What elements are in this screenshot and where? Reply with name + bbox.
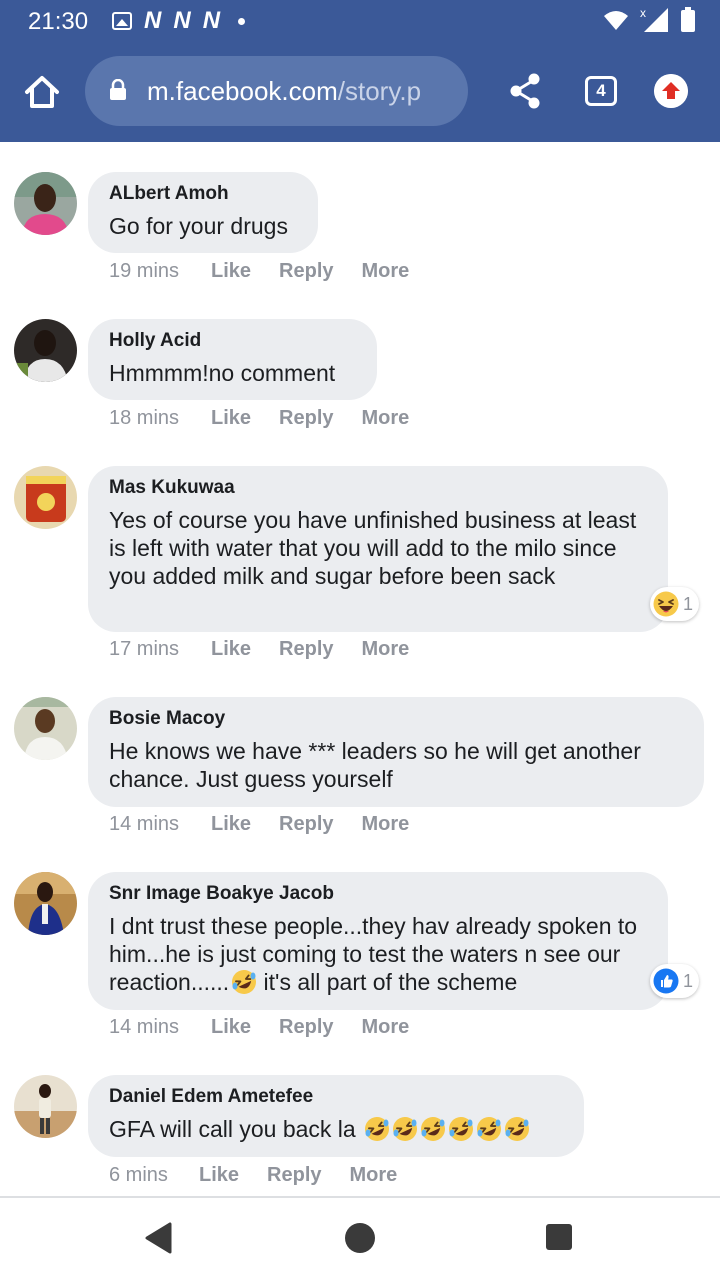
reply-button[interactable]: Reply bbox=[279, 638, 333, 661]
url-text: m.facebook.com/story.p bbox=[147, 76, 421, 107]
more-button[interactable]: More bbox=[362, 813, 410, 836]
comment-author[interactable]: Mas Kukuwaa bbox=[109, 476, 648, 500]
dot-icon bbox=[238, 17, 246, 25]
like-icon bbox=[653, 968, 679, 994]
reply-button[interactable]: Reply bbox=[267, 1164, 321, 1187]
share-icon[interactable] bbox=[508, 72, 542, 110]
n-notification-icon: N bbox=[202, 7, 221, 34]
reaction-count: 1 bbox=[683, 593, 694, 614]
comment-author[interactable]: ALbert Amoh bbox=[109, 182, 298, 206]
url-domain: m.facebook.com bbox=[147, 76, 338, 106]
comment-bubble[interactable]: Mas Kukuwaa Yes of course you have unfin… bbox=[88, 466, 668, 632]
comment-time[interactable]: 18 mins bbox=[109, 407, 211, 430]
tabs-button[interactable]: 4 bbox=[585, 76, 617, 106]
comment-text: Hmmmm!no comment bbox=[109, 360, 336, 386]
svg-text:x: x bbox=[640, 6, 646, 20]
comment-actions: 6 mins Like Reply More bbox=[109, 1164, 425, 1187]
reply-button[interactable]: Reply bbox=[279, 260, 333, 283]
comment-bubble[interactable]: ALbert Amoh Go for your drugs bbox=[88, 172, 318, 253]
comment-bubble[interactable]: Snr Image Boakye Jacob I dnt trust these… bbox=[88, 872, 668, 1010]
avatar[interactable] bbox=[14, 872, 77, 935]
rofl-emoji-icon bbox=[474, 1116, 502, 1142]
signal-no-service-icon: x bbox=[640, 6, 668, 32]
status-time: 21:30 bbox=[28, 8, 89, 35]
more-button[interactable]: More bbox=[362, 1016, 410, 1039]
n-notification-icon: N bbox=[173, 7, 191, 34]
like-button[interactable]: Like bbox=[211, 813, 251, 836]
rofl-emoji-icon bbox=[502, 1116, 530, 1142]
recents-icon[interactable] bbox=[545, 1223, 573, 1251]
avatar[interactable] bbox=[14, 319, 77, 382]
comment-actions: 17 mins Like Reply More bbox=[109, 638, 437, 661]
reaction-count: 1 bbox=[683, 970, 694, 991]
image-icon bbox=[112, 12, 132, 30]
comment-time[interactable]: 14 mins bbox=[109, 1016, 211, 1039]
comment-text: GFA will call you back la bbox=[109, 1115, 564, 1143]
comment-time[interactable]: 6 mins bbox=[109, 1164, 199, 1187]
status-system-icons: x bbox=[602, 6, 696, 34]
more-button[interactable]: More bbox=[362, 638, 410, 661]
haha-icon bbox=[653, 591, 679, 617]
rofl-emoji-icon bbox=[390, 1116, 418, 1142]
comment-author[interactable]: Daniel Edem Ametefee bbox=[109, 1085, 564, 1109]
like-button[interactable]: Like bbox=[211, 638, 251, 661]
reaction-badge[interactable]: 1 bbox=[650, 964, 700, 998]
home-icon[interactable] bbox=[22, 74, 62, 110]
more-button[interactable]: More bbox=[350, 1164, 398, 1187]
comment-text: I dnt trust these people...they hav alre… bbox=[109, 912, 648, 996]
comment-text-part: GFA will call you back la bbox=[109, 1116, 363, 1142]
status-notification-icons: N N N bbox=[112, 7, 246, 34]
comment-time[interactable]: 19 mins bbox=[109, 260, 211, 283]
url-bar[interactable]: m.facebook.com/story.p bbox=[85, 56, 468, 126]
battery-icon bbox=[681, 7, 695, 32]
like-button[interactable]: Like bbox=[199, 1164, 239, 1187]
lock-icon bbox=[110, 79, 126, 100]
comment-time[interactable]: 14 mins bbox=[109, 813, 211, 836]
more-button[interactable]: More bbox=[362, 260, 410, 283]
status-bar: 21:30 N N N x bbox=[0, 0, 720, 42]
reaction-badge[interactable]: 1 bbox=[650, 587, 700, 621]
comment-text-part: it's all part of the scheme bbox=[257, 969, 518, 995]
like-button[interactable]: Like bbox=[211, 407, 251, 430]
reply-button[interactable]: Reply bbox=[279, 1016, 333, 1039]
comment-actions: 18 mins Like Reply More bbox=[109, 407, 437, 430]
url-path: /story.p bbox=[337, 76, 422, 106]
comment-text: He knows we have *** leaders so he will … bbox=[109, 738, 641, 792]
avatar[interactable] bbox=[14, 172, 77, 235]
android-nav-bar bbox=[0, 1198, 720, 1280]
reply-button[interactable]: Reply bbox=[279, 813, 333, 836]
rofl-emoji-icon bbox=[232, 970, 257, 994]
home-button-icon[interactable] bbox=[344, 1222, 376, 1254]
comment-time[interactable]: 17 mins bbox=[109, 638, 211, 661]
comment-author[interactable]: Bosie Macoy bbox=[109, 707, 684, 731]
comment-bubble[interactable]: Daniel Edem Ametefee GFA will call you b… bbox=[88, 1075, 584, 1157]
comment-actions: 14 mins Like Reply More bbox=[109, 1016, 437, 1039]
n-notification-icon: N bbox=[144, 7, 162, 34]
reply-button[interactable]: Reply bbox=[279, 407, 333, 430]
rofl-emoji-icon bbox=[362, 1116, 390, 1142]
update-icon[interactable] bbox=[654, 74, 688, 108]
more-button[interactable]: More bbox=[362, 407, 410, 430]
like-button[interactable]: Like bbox=[211, 1016, 251, 1039]
rofl-emoji-icon bbox=[418, 1116, 446, 1142]
comment-actions: 19 mins Like Reply More bbox=[109, 260, 437, 283]
wifi-icon bbox=[604, 11, 628, 30]
avatar[interactable] bbox=[14, 466, 77, 529]
comment-bubble[interactable]: Bosie Macoy He knows we have *** leaders… bbox=[88, 697, 704, 807]
comment-text: Yes of course you have unfinished busine… bbox=[109, 507, 637, 589]
avatar[interactable] bbox=[14, 697, 77, 760]
comment-author[interactable]: Snr Image Boakye Jacob bbox=[109, 882, 648, 906]
comment-actions: 14 mins Like Reply More bbox=[109, 813, 437, 836]
back-icon[interactable] bbox=[144, 1222, 174, 1254]
browser-toolbar: m.facebook.com/story.p 4 bbox=[0, 42, 720, 142]
rofl-emoji-row bbox=[362, 1116, 530, 1142]
rofl-emoji-icon bbox=[446, 1116, 474, 1142]
comment-text: Go for your drugs bbox=[109, 213, 288, 239]
avatar[interactable] bbox=[14, 1075, 77, 1138]
comment-author[interactable]: Holly Acid bbox=[109, 329, 357, 353]
like-button[interactable]: Like bbox=[211, 260, 251, 283]
comment-bubble[interactable]: Holly Acid Hmmmm!no comment bbox=[88, 319, 377, 400]
